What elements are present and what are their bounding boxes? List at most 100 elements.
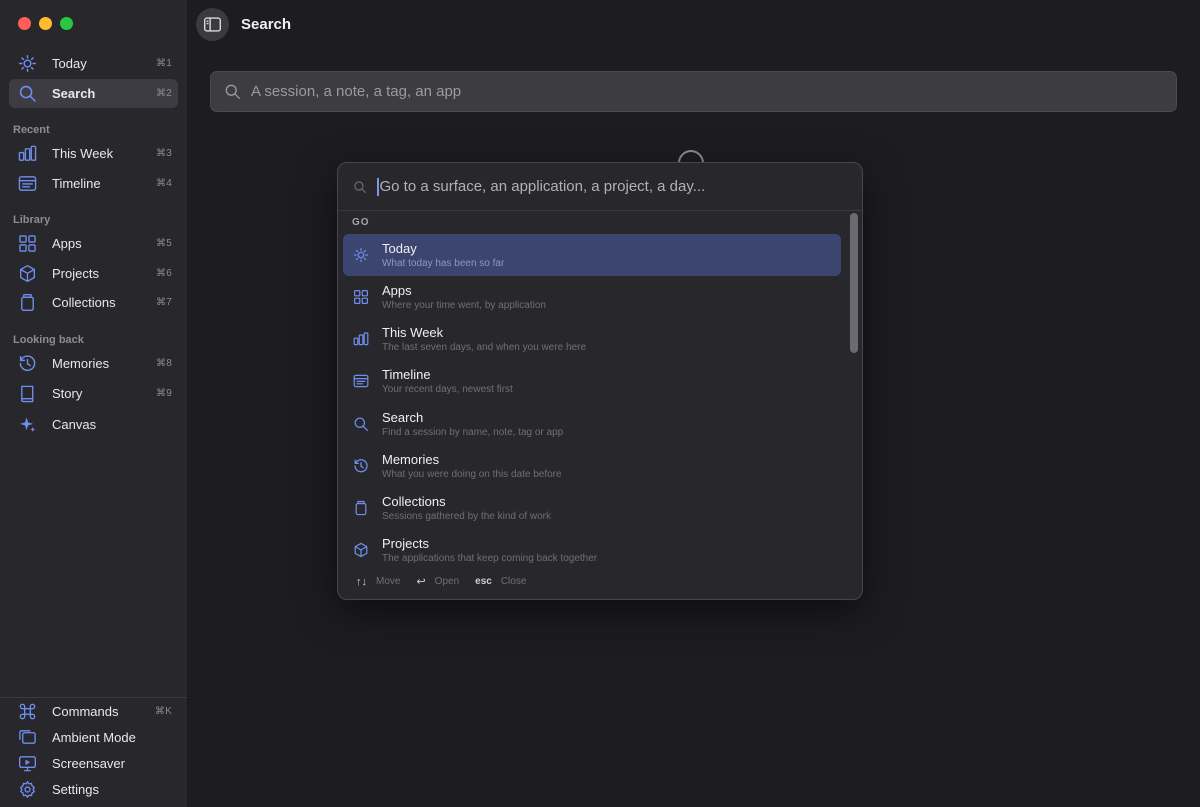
grid-icon <box>353 289 369 305</box>
move-hint-label: Move <box>376 576 401 587</box>
cube-icon <box>18 264 37 283</box>
windows-icon <box>18 728 37 747</box>
grid-icon <box>18 234 37 253</box>
sidebar-item-label: Search <box>52 86 96 101</box>
palette-item-subtitle: What today has been so far <box>382 257 505 269</box>
sidebar-item-label: Screensaver <box>52 756 125 771</box>
palette-search-input[interactable] <box>379 178 820 195</box>
sidebar-item-commands[interactable]: Commands ⌘K <box>9 697 178 726</box>
sidebar-item-label: Today <box>52 56 87 71</box>
close-window-button[interactable] <box>18 17 31 30</box>
section-label-looking-back: Looking back <box>13 334 84 346</box>
palette-item-subtitle: What you were doing on this date before <box>382 468 562 480</box>
minimize-window-button[interactable] <box>39 17 52 30</box>
palette-item-collections[interactable]: Collections Sessions gathered by the kind… <box>343 487 841 529</box>
palette-footer: ↑↓ Move ↩ Open esc Close <box>356 575 542 589</box>
close-hint-label: Close <box>500 576 527 587</box>
timeline-icon <box>18 174 37 193</box>
history-icon <box>353 458 369 474</box>
palette-item-subtitle: The last seven days, and when you were h… <box>382 341 587 353</box>
sidebar-item-this-week[interactable]: This Week ⌘3 <box>9 139 178 168</box>
palette-item-title: This Week <box>382 324 444 340</box>
palette-item-search[interactable]: Search Find a session by name, note, tag … <box>343 403 841 445</box>
sidebar-item-label: Story <box>52 386 83 401</box>
search-icon <box>224 83 241 100</box>
gear-icon <box>18 780 37 799</box>
palette-item-subtitle: Your recent days, newest first <box>382 383 513 395</box>
window-controls <box>18 17 73 30</box>
palette-item-apps[interactable]: Apps Where your time went, by application <box>343 276 841 318</box>
shortcut-hint: ⌘4 <box>156 178 172 189</box>
palette-item-subtitle: Where your time went, by application <box>382 299 546 311</box>
zoom-window-button[interactable] <box>60 17 73 30</box>
shortcut-hint: ⌘8 <box>156 358 172 369</box>
palette-item-title: Apps <box>382 282 412 298</box>
palette-item-title: Memories <box>382 451 440 467</box>
palette-item-title: Search <box>382 409 424 425</box>
sidebar-item-story[interactable]: Story ⌘9 <box>9 379 178 408</box>
monitor-icon <box>18 754 37 773</box>
page-title: Search <box>241 16 292 33</box>
sidebar-item-label: Canvas <box>52 417 97 432</box>
sidebar-item-label: Collections <box>52 295 116 310</box>
search-icon <box>353 416 369 432</box>
shortcut-hint: ⌘K <box>154 706 172 717</box>
palette-item-title: Projects <box>382 535 429 551</box>
shortcut-hint: ⌘5 <box>156 238 172 249</box>
search-icon <box>353 180 367 194</box>
sidebar-item-label: Timeline <box>52 176 101 191</box>
shortcut-hint: ⌘7 <box>156 297 172 308</box>
palette-group-label: GO <box>352 217 370 228</box>
command-icon <box>18 702 37 721</box>
sun-icon <box>18 54 37 73</box>
palette-item-projects[interactable]: Projects The applications that keep comin… <box>343 529 841 571</box>
sidebar-item-screensaver[interactable]: Screensaver <box>9 749 178 778</box>
arrow-keys-hint: ↑↓ <box>356 575 367 588</box>
palette-item-memories[interactable]: Memories What you were doing on this date… <box>343 445 841 487</box>
section-label-recent: Recent <box>13 124 50 136</box>
palette-item-title: Collections <box>382 493 446 509</box>
shortcut-hint: ⌘6 <box>156 268 172 279</box>
sidebar-item-label: Commands <box>52 704 119 719</box>
shortcut-hint: ⌘1 <box>156 58 172 69</box>
jar-icon <box>18 293 37 312</box>
sidebar-item-ambient-mode[interactable]: Ambient Mode <box>9 723 178 752</box>
sidebar-toggle-icon <box>203 15 222 34</box>
sidebar-item-label: This Week <box>52 146 114 161</box>
palette-item-this-week[interactable]: This Week The last seven days, and when y… <box>343 318 841 360</box>
palette-item-title: Timeline <box>382 366 431 382</box>
palette-search-field[interactable] <box>338 163 862 211</box>
search-field[interactable] <box>210 71 1177 112</box>
sidebar-item-search[interactable]: Search ⌘2 <box>9 79 178 108</box>
sidebar-item-label: Apps <box>52 236 82 251</box>
sidebar-item-apps[interactable]: Apps ⌘5 <box>9 229 178 258</box>
palette-item-timeline[interactable]: Timeline Your recent days, newest first <box>343 360 841 402</box>
text-caret <box>377 177 379 196</box>
sidebar-item-projects[interactable]: Projects ⌘6 <box>9 259 178 288</box>
cube-icon <box>353 542 369 558</box>
bar-chart-icon <box>18 144 37 163</box>
palette-item-subtitle: The applications that keep coming back t… <box>382 552 598 564</box>
sidebar-item-collections[interactable]: Collections ⌘7 <box>9 288 178 317</box>
shortcut-hint: ⌘9 <box>156 388 172 399</box>
sidebar: Today ⌘1 Search ⌘2 Recent This Week ⌘3 T… <box>0 0 188 807</box>
palette-item-subtitle: Sessions gathered by the kind of work <box>382 510 551 522</box>
open-hint-label: Open <box>434 576 460 587</box>
shortcut-hint: ⌘3 <box>156 148 172 159</box>
search-icon <box>18 84 37 103</box>
sidebar-item-today[interactable]: Today ⌘1 <box>9 49 178 78</box>
sidebar-item-memories[interactable]: Memories ⌘8 <box>9 349 178 378</box>
search-input[interactable] <box>251 83 1051 100</box>
sparkle-icon <box>18 415 37 434</box>
sidebar-item-timeline[interactable]: Timeline ⌘4 <box>9 169 178 198</box>
command-palette: GO TodayWhat today has been so far AppsW… <box>337 162 863 600</box>
toggle-sidebar-button[interactable] <box>196 8 229 41</box>
palette-item-today[interactable]: Today What today has been so far <box>343 234 841 276</box>
sidebar-item-label: Projects <box>52 266 99 281</box>
book-icon <box>18 384 37 403</box>
scrollbar-thumb[interactable] <box>850 213 858 353</box>
palette-item-title: Today <box>382 240 417 256</box>
sidebar-item-settings[interactable]: Settings <box>9 775 178 804</box>
palette-scrollbar[interactable] <box>849 213 859 565</box>
sidebar-item-canvas[interactable]: Canvas <box>9 410 178 439</box>
